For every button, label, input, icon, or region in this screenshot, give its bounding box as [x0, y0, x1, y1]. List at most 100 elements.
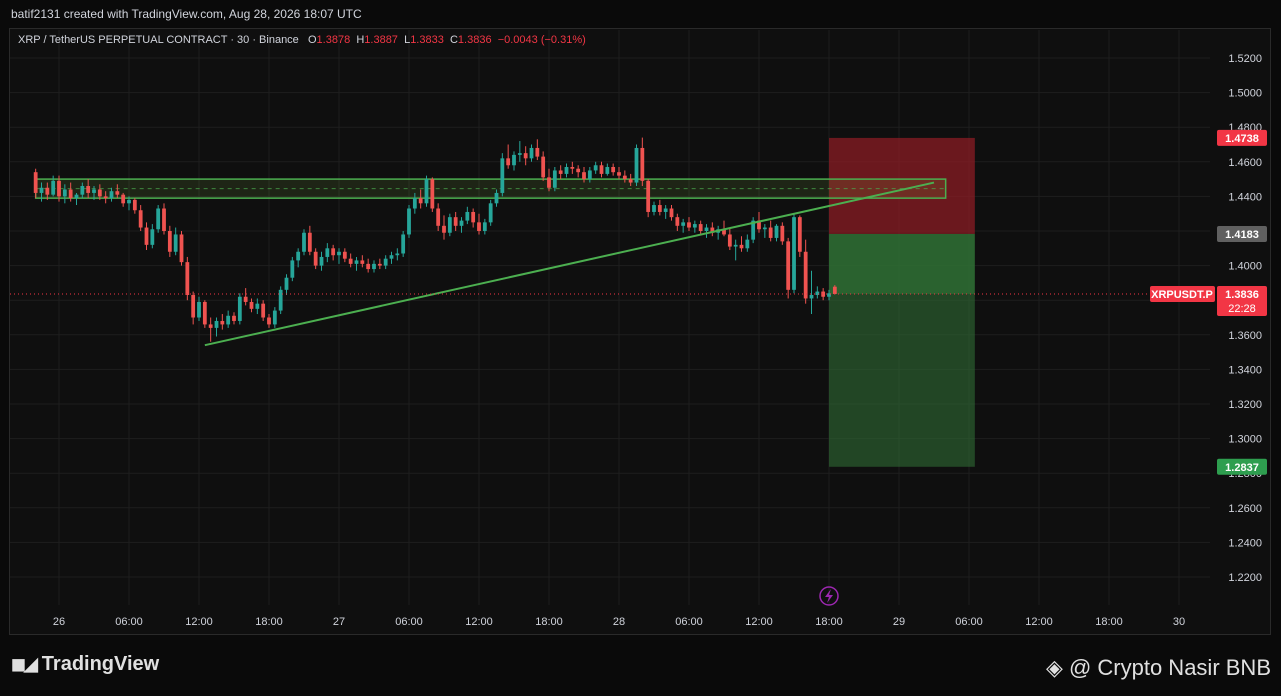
candle-body [430, 179, 435, 209]
candle-body [354, 260, 359, 264]
candle-body [494, 192, 499, 204]
candle-body [121, 194, 126, 204]
x-tick-label: 06:00 [675, 616, 703, 628]
candle-body [68, 189, 73, 199]
candle-body [774, 225, 779, 238]
x-tick-label: 27 [333, 616, 345, 628]
x-tick-label: 18:00 [1095, 616, 1123, 628]
candle-body [173, 234, 178, 252]
candle-body [401, 234, 406, 254]
candle-body [704, 227, 709, 231]
candle-body [570, 166, 575, 169]
candle-body [156, 208, 161, 230]
candle-body [296, 251, 301, 261]
price-chart[interactable]: 1.52001.50001.48001.46001.44001.42001.40… [0, 0, 1281, 696]
candle-body [377, 263, 382, 266]
candle-body [652, 205, 656, 212]
candle-body [331, 248, 336, 256]
x-tick-label: 18:00 [255, 616, 283, 628]
candle-body [237, 296, 242, 321]
candle-body [780, 225, 785, 242]
candle-body [599, 165, 604, 174]
candle-body [197, 301, 201, 318]
y-tick-label: 1.3000 [1228, 434, 1262, 446]
candle-body [97, 189, 102, 197]
candle-body [202, 301, 207, 325]
candle-body [80, 186, 85, 195]
candle-body [576, 168, 581, 173]
candle-body [797, 217, 802, 252]
y-tick-label: 1.2600 [1228, 503, 1262, 515]
candle-body [127, 199, 131, 204]
candle-body [547, 177, 551, 188]
y-tick-label: 1.4600 [1228, 157, 1262, 169]
x-tick-label: 12:00 [745, 616, 773, 628]
candle-body [523, 153, 528, 159]
grid-lines [10, 30, 1210, 605]
candle-body [162, 208, 166, 231]
tradingview-mark-icon: ◼◢ [11, 654, 38, 674]
candle-body [138, 210, 143, 228]
candle-body [132, 199, 137, 211]
candle-body [372, 263, 376, 270]
y-tick-label: 1.5000 [1228, 88, 1262, 100]
candle-body [733, 244, 738, 247]
candle-body [821, 291, 826, 297]
x-tick-label: 28 [613, 616, 625, 628]
candle-body [640, 147, 645, 181]
candle-body [290, 260, 295, 278]
candle-body [605, 166, 610, 174]
candle-body [646, 180, 651, 212]
candle-body [675, 217, 680, 226]
y-tick-label: 1.3600 [1228, 330, 1262, 342]
x-tick-label: 12:00 [1025, 616, 1053, 628]
candle-body [558, 170, 563, 174]
close-value: 1.3836 [457, 34, 492, 46]
candle-body [109, 191, 114, 199]
candle-body [669, 208, 674, 218]
candle-body [529, 147, 534, 159]
current-price-tag: 1.3836 [1225, 289, 1259, 301]
price-tags: 1.4738 1.4183 1.2837 XRPUSDT.P 1.3836 22:28 [1150, 129, 1267, 475]
candle-body [360, 260, 365, 264]
candle-body [768, 227, 773, 238]
x-tick-label: 29 [893, 616, 905, 628]
candle-body [617, 172, 621, 176]
candle-body [628, 179, 633, 183]
candle-body [74, 194, 79, 199]
candle-body [412, 198, 417, 209]
candle-body [477, 222, 481, 231]
candle-body [488, 203, 493, 223]
tradingview-logo[interactable]: ◼◢ TradingView [11, 653, 159, 676]
candle-body [284, 277, 289, 290]
candle-body [564, 166, 569, 174]
candle-body [593, 165, 598, 171]
candle-body [57, 180, 61, 197]
binance-diamond-icon: ◈ [1046, 655, 1063, 680]
time-axis: 26 06:00 12:00 18:00 27 06:00 12:00 18:00 28 06:0… [53, 616, 1185, 628]
candle-body [325, 248, 330, 257]
y-tick-label: 1.3400 [1228, 364, 1262, 376]
candle-body [92, 189, 96, 193]
candle-body [611, 166, 616, 173]
candle-body [348, 258, 353, 264]
candle-body [389, 255, 394, 259]
candle-body [762, 227, 767, 230]
candle-body [395, 253, 400, 256]
x-tick-label: 06:00 [395, 616, 423, 628]
candle-body [727, 234, 732, 247]
candle-body [249, 301, 254, 309]
y-tick-label: 1.2400 [1228, 537, 1262, 549]
candle-body [366, 263, 371, 270]
candle-body [687, 222, 691, 228]
candle-body [243, 296, 248, 302]
x-tick-label: 30 [1173, 616, 1185, 628]
x-tick-label: 12:00 [465, 616, 493, 628]
candle-body [185, 262, 190, 296]
candle-body [582, 172, 586, 180]
candle-body [663, 208, 668, 212]
candle-body [319, 256, 324, 266]
candle-body [692, 224, 697, 228]
candle-body [232, 315, 236, 321]
x-tick-label: 06:00 [115, 616, 143, 628]
